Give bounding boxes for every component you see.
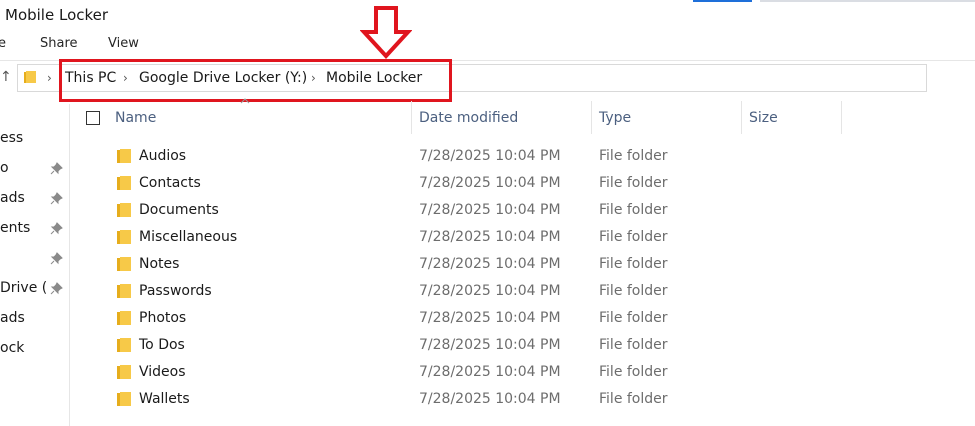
file-name: Photos — [139, 310, 187, 326]
folder-icon — [117, 365, 131, 379]
folder-icon — [117, 203, 131, 217]
chevron-right-icon[interactable]: › — [47, 71, 52, 85]
folder-icon — [117, 392, 131, 406]
window-control-accent[interactable] — [693, 0, 752, 2]
file-type: File folder — [599, 175, 668, 191]
nav-item[interactable]: o — [0, 160, 9, 176]
folder-icon — [117, 230, 131, 244]
column-divider[interactable] — [411, 101, 412, 134]
folder-icon — [117, 257, 131, 271]
nav-item[interactable]: ads — [0, 190, 25, 206]
column-divider[interactable] — [841, 101, 842, 134]
column-divider[interactable] — [741, 101, 742, 134]
file-date-modified: 7/28/2025 10:04 PM — [419, 364, 561, 380]
file-date-modified: 7/28/2025 10:04 PM — [419, 256, 561, 272]
nav-item[interactable]: ock — [0, 340, 24, 356]
column-header-name[interactable]: Name — [115, 110, 156, 126]
folder-icon — [117, 149, 131, 163]
nav-item[interactable]: ads — [0, 310, 25, 326]
file-type: File folder — [599, 391, 668, 407]
column-header-type[interactable]: Type — [599, 110, 631, 126]
file-date-modified: 7/28/2025 10:04 PM — [419, 283, 561, 299]
file-type: File folder — [599, 148, 668, 164]
down-arrow-icon — [360, 6, 412, 59]
file-name: Notes — [139, 256, 180, 272]
pin-icon[interactable] — [50, 252, 63, 265]
folder-icon — [117, 311, 131, 325]
nav-item[interactable]: Drive ( — [0, 280, 47, 296]
tab-home[interactable]: e — [0, 36, 6, 51]
file-name: Wallets — [139, 391, 190, 407]
pin-icon[interactable] — [50, 222, 63, 235]
pin-icon[interactable] — [50, 282, 63, 295]
file-type: File folder — [599, 283, 668, 299]
file-type: File folder — [599, 364, 668, 380]
highlight-box — [59, 59, 452, 102]
window-title: Mobile Locker — [5, 6, 109, 24]
nav-item[interactable]: ess — [0, 130, 23, 146]
folder-icon — [117, 284, 131, 298]
file-name: Miscellaneous — [139, 229, 238, 245]
file-date-modified: 7/28/2025 10:04 PM — [419, 391, 561, 407]
file-date-modified: 7/28/2025 10:04 PM — [419, 175, 561, 191]
file-name: Contacts — [139, 175, 201, 191]
file-name: Videos — [139, 364, 186, 380]
file-date-modified: 7/28/2025 10:04 PM — [419, 148, 561, 164]
up-arrow-icon[interactable]: ↑ — [0, 69, 12, 85]
select-all-checkbox[interactable] — [86, 111, 100, 125]
folder-icon — [117, 176, 131, 190]
file-type: File folder — [599, 229, 668, 245]
column-header-date-modified[interactable]: Date modified — [419, 110, 518, 126]
pin-icon[interactable] — [50, 162, 63, 175]
file-type: File folder — [599, 256, 668, 272]
file-date-modified: 7/28/2025 10:04 PM — [419, 229, 561, 245]
folder-icon — [117, 338, 131, 352]
nav-item[interactable]: ents — [0, 220, 30, 236]
file-type: File folder — [599, 310, 668, 326]
file-date-modified: 7/28/2025 10:04 PM — [419, 337, 561, 353]
sort-caret-icon — [240, 98, 250, 104]
window-control-strip — [760, 0, 975, 2]
file-name: Audios — [139, 148, 187, 164]
file-name: To Dos — [139, 337, 185, 353]
file-date-modified: 7/28/2025 10:04 PM — [419, 310, 561, 326]
column-header-size[interactable]: Size — [749, 110, 778, 126]
folder-icon — [24, 71, 36, 83]
tab-share[interactable]: Share — [40, 36, 78, 51]
file-type: File folder — [599, 337, 668, 353]
file-name: Documents — [139, 202, 219, 218]
file-date-modified: 7/28/2025 10:04 PM — [419, 202, 561, 218]
file-name: Passwords — [139, 283, 212, 299]
nav-pane-divider[interactable] — [69, 104, 70, 426]
tab-view[interactable]: View — [108, 36, 139, 51]
pin-icon[interactable] — [50, 192, 63, 205]
file-type: File folder — [599, 202, 668, 218]
column-divider[interactable] — [591, 101, 592, 134]
